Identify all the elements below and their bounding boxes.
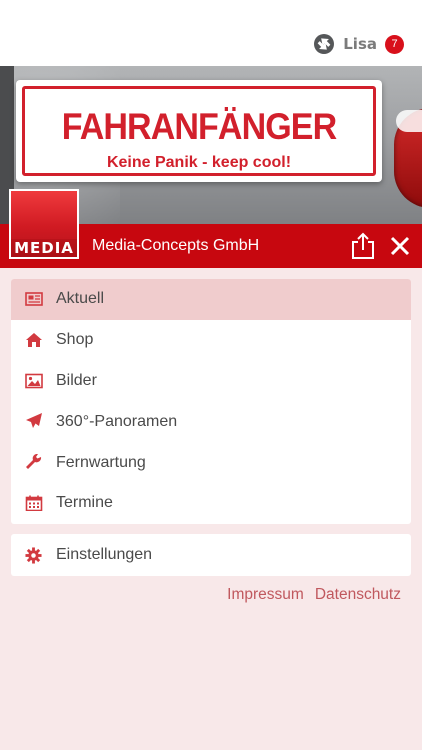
share-icon[interactable] bbox=[350, 232, 376, 260]
datenschutz-link[interactable]: Datenschutz bbox=[315, 586, 401, 604]
menu-item-shop[interactable]: Shop bbox=[11, 320, 411, 361]
menu-item-fernwartung[interactable]: Fernwartung bbox=[11, 442, 411, 483]
paper-plane-icon bbox=[26, 413, 42, 429]
home-icon bbox=[26, 332, 42, 347]
menu-item-aktuell[interactable]: Aktuell bbox=[11, 279, 411, 320]
logo-text: MEDIA bbox=[11, 239, 77, 257]
footer-links: Impressum Datenschutz bbox=[227, 586, 401, 604]
newspaper-icon bbox=[25, 292, 43, 306]
menu-item-panoramen[interactable]: 360°-Panoramen bbox=[11, 401, 411, 442]
wrench-icon bbox=[26, 454, 42, 470]
bumper-sticker: FAHRANFÄNGER Keine Panik - keep cool! bbox=[16, 80, 382, 182]
menu-item-label: Bilder bbox=[56, 371, 97, 389]
menu-item-label: Shop bbox=[56, 331, 94, 349]
close-icon[interactable] bbox=[388, 234, 412, 258]
sticker-title: FAHRANFÄNGER bbox=[61, 106, 337, 147]
sticker-subtitle: Keine Panik - keep cool! bbox=[106, 154, 292, 171]
image-icon bbox=[25, 373, 43, 388]
menu-item-einstellungen[interactable]: Einstellungen bbox=[11, 534, 411, 576]
company-name: Media-Concepts GmbH bbox=[92, 237, 260, 254]
main-menu: Aktuell Shop Bilder 360°-Panoramen Fernw… bbox=[11, 279, 411, 524]
car-taillight-reflection bbox=[396, 110, 422, 132]
top-bar: Lisa 7 bbox=[0, 0, 422, 66]
gear-icon bbox=[25, 547, 42, 564]
notification-badge[interactable]: 7 bbox=[385, 34, 404, 54]
company-logo: MEDIA bbox=[9, 189, 79, 259]
menu-item-label: Termine bbox=[56, 494, 113, 512]
calendar-icon bbox=[25, 495, 43, 511]
menu-item-termine[interactable]: Termine bbox=[11, 483, 411, 524]
settings-label: Einstellungen bbox=[56, 546, 153, 563]
menu-item-label: 360°-Panoramen bbox=[56, 412, 178, 430]
menu-item-label: Aktuell bbox=[56, 290, 105, 308]
menu-item-bilder[interactable]: Bilder bbox=[11, 361, 411, 402]
sync-arrows-icon bbox=[314, 34, 335, 54]
menu-item-label: Fernwartung bbox=[56, 453, 146, 471]
user-name: Lisa bbox=[343, 35, 377, 53]
logo-square: MEDIA bbox=[11, 191, 77, 257]
user-account[interactable]: Lisa 7 bbox=[313, 32, 404, 56]
impressum-link[interactable]: Impressum bbox=[227, 586, 304, 604]
